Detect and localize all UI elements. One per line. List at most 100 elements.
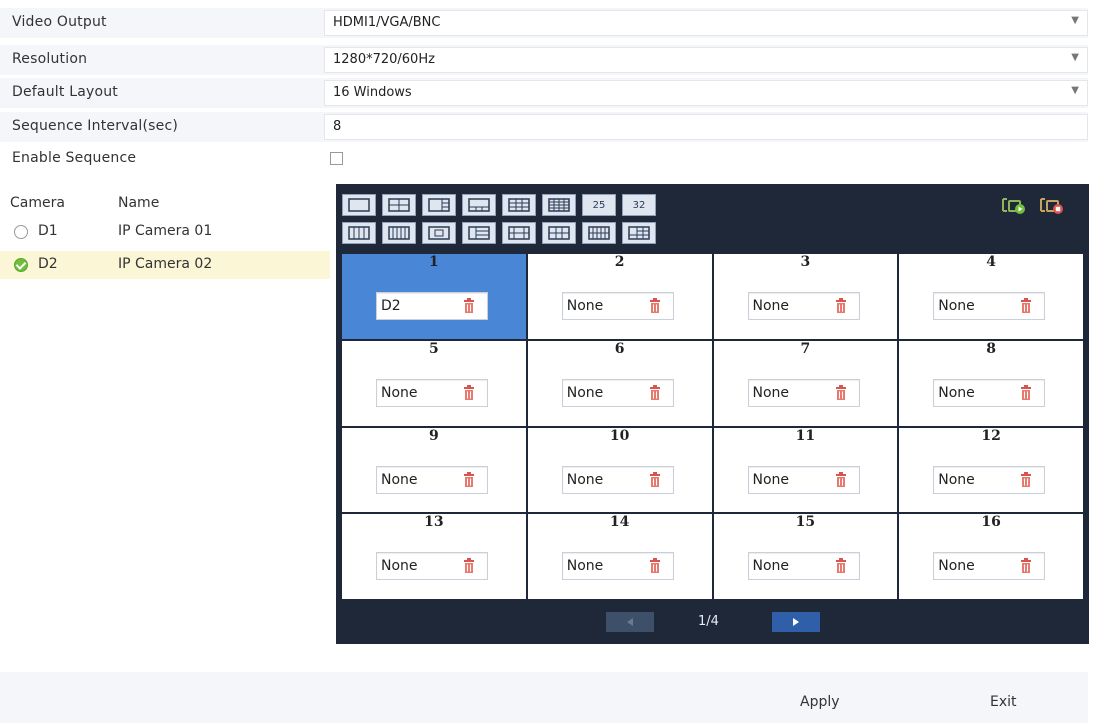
video-output-select[interactable]: HDMI1/VGA/BNC ▼	[324, 10, 1088, 36]
trash-icon[interactable]	[835, 384, 847, 404]
layout-16-window-button[interactable]	[542, 194, 576, 216]
window-cell[interactable]: 13 None	[342, 514, 526, 599]
layout-option-button[interactable]	[622, 222, 656, 244]
exit-button[interactable]: Exit	[990, 694, 1017, 710]
camera-radio[interactable]	[14, 225, 28, 239]
window-cell[interactable]: 7 None	[713, 340, 898, 426]
window-camera-field[interactable]: None	[376, 465, 488, 494]
window-cell[interactable]: 15 None	[713, 514, 898, 599]
camera-radio-checked[interactable]	[14, 258, 28, 272]
triangle-right-icon	[793, 618, 799, 626]
layout-option-button[interactable]	[582, 222, 616, 244]
layout-toolbar-row-2	[342, 222, 656, 244]
grid-layout-icon	[388, 226, 410, 240]
trash-icon[interactable]	[835, 471, 847, 491]
window-camera-field[interactable]: D2	[376, 292, 488, 320]
trash-icon[interactable]	[463, 471, 475, 491]
camera-id: D1	[38, 223, 58, 239]
default-layout-select[interactable]: 16 Windows ▼	[324, 80, 1088, 106]
trash-icon[interactable]	[1020, 298, 1032, 317]
layout-4-window-button[interactable]	[382, 194, 416, 216]
layout-option-button[interactable]	[342, 222, 376, 244]
window-camera-field[interactable]: None	[561, 552, 674, 581]
trash-icon[interactable]	[835, 298, 847, 317]
window-cell[interactable]: 4 None	[899, 254, 1083, 339]
resolution-select[interactable]: 1280*720/60Hz ▼	[324, 47, 1088, 73]
trash-icon[interactable]	[1020, 384, 1032, 404]
layout-9-window-button[interactable]	[502, 194, 536, 216]
window-cell[interactable]: 8 None	[899, 340, 1083, 426]
trash-icon[interactable]	[649, 298, 661, 317]
single-window-icon	[348, 198, 370, 212]
layout-option-button[interactable]	[422, 222, 456, 244]
layout-1-window-button[interactable]	[342, 194, 376, 216]
window-camera-field[interactable]: None	[747, 552, 860, 581]
window-cell[interactable]: 3 None	[713, 254, 898, 339]
layout-6-window-button[interactable]	[422, 194, 456, 216]
trash-icon[interactable]	[835, 558, 847, 577]
window-camera-field[interactable]: None	[376, 378, 488, 407]
window-number: 4	[986, 254, 996, 270]
sequence-interval-label: Sequence Interval(sec)	[12, 118, 179, 134]
window-cell[interactable]: 10 None	[527, 427, 712, 513]
window-camera-field[interactable]: None	[747, 378, 860, 407]
next-page-button[interactable]	[772, 612, 820, 632]
window-camera-value: None	[752, 558, 790, 575]
camera-row[interactable]: D1 IP Camera 01	[0, 218, 330, 246]
trash-icon[interactable]	[463, 384, 475, 404]
sequence-interval-row: Sequence Interval(sec) 8	[0, 112, 1088, 142]
trash-icon[interactable]	[649, 384, 661, 404]
prev-page-button[interactable]	[606, 612, 654, 632]
window-cell[interactable]: 1 D2	[342, 254, 526, 339]
resolution-label: Resolution	[12, 51, 88, 67]
default-layout-value: 16 Windows	[333, 85, 412, 100]
layout-8-window-button[interactable]	[462, 194, 496, 216]
window-cell[interactable]: 11 None	[713, 427, 898, 513]
window-number: 16	[981, 514, 1001, 531]
window-camera-field[interactable]: None	[933, 552, 1046, 581]
layout-32-window-button[interactable]: 32	[622, 194, 656, 216]
sequence-interval-input[interactable]: 8	[324, 114, 1088, 140]
layout-option-button[interactable]	[462, 222, 496, 244]
trash-icon[interactable]	[463, 558, 475, 577]
layout-option-button[interactable]	[542, 222, 576, 244]
camera-row-selected[interactable]: D2 IP Camera 02	[0, 251, 330, 279]
window-camera-value: None	[752, 298, 790, 314]
trash-icon[interactable]	[463, 298, 475, 317]
layout-25-label: 25	[592, 199, 606, 211]
resolution-row: Resolution 1280*720/60Hz ▼	[0, 45, 1088, 75]
grid-layout-icon	[468, 226, 490, 240]
window-cell[interactable]: 2 None	[527, 254, 712, 339]
window-camera-field[interactable]: None	[561, 292, 674, 320]
window-camera-field[interactable]: None	[561, 378, 674, 407]
window-cell[interactable]: 5 None	[342, 340, 526, 426]
window-camera-field[interactable]: None	[933, 292, 1046, 320]
apply-button[interactable]: Apply	[800, 694, 840, 710]
window-camera-field[interactable]: None	[933, 378, 1046, 407]
trash-icon[interactable]	[649, 471, 661, 491]
window-cell[interactable]: 12 None	[899, 427, 1083, 513]
trash-icon[interactable]	[1020, 471, 1032, 491]
window-cell[interactable]: 6 None	[527, 340, 712, 426]
window-number: 8	[986, 340, 996, 357]
grid-layout-icon	[548, 226, 570, 240]
layout-25-window-button[interactable]: 25	[582, 194, 616, 216]
window-cell[interactable]: 14 None	[527, 514, 712, 599]
window-camera-field[interactable]: None	[933, 465, 1046, 494]
window-cell[interactable]: 9 None	[342, 427, 526, 513]
window-camera-field[interactable]: None	[747, 292, 860, 320]
layout-panel: 25 32 1 D2 2 None 3 None 4 None 5 None 6 None 7 None 8…	[336, 184, 1089, 644]
layout-option-button[interactable]	[382, 222, 416, 244]
window-camera-field[interactable]: None	[561, 465, 674, 494]
stop-all-preview-button[interactable]	[1038, 194, 1066, 216]
layout-option-button[interactable]	[502, 222, 536, 244]
trash-icon[interactable]	[1020, 558, 1032, 577]
window-camera-field[interactable]: None	[747, 465, 860, 494]
window-cell[interactable]: 16 None	[899, 514, 1083, 599]
window-camera-value: None	[566, 384, 604, 401]
trash-icon[interactable]	[649, 558, 661, 577]
enable-sequence-row: Enable Sequence	[0, 144, 1088, 174]
start-all-preview-button[interactable]	[1000, 194, 1028, 216]
enable-sequence-checkbox[interactable]	[330, 152, 343, 165]
window-camera-field[interactable]: None	[376, 552, 488, 581]
